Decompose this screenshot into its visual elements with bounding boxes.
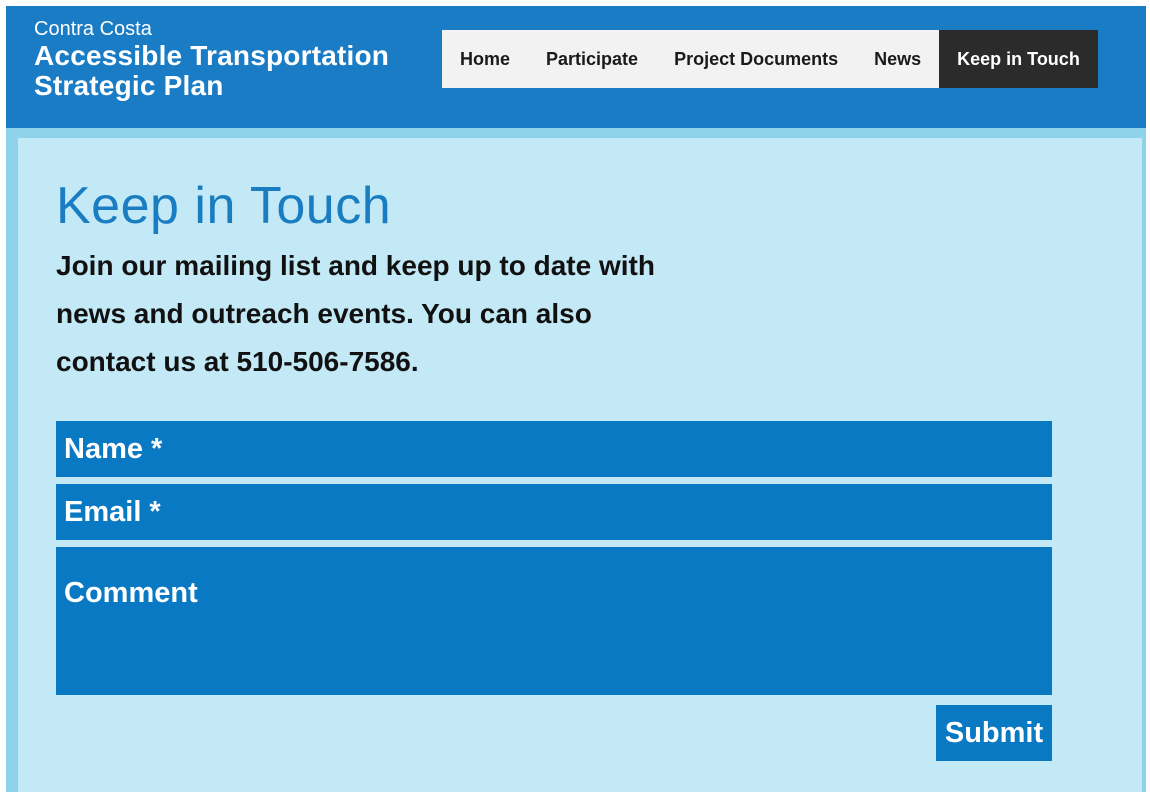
main-content: Keep in Touch Join our mailing list and …: [18, 138, 1142, 792]
page-title: Keep in Touch: [56, 177, 392, 235]
page-frame: Contra Costa Accessible Transportation S…: [6, 6, 1146, 792]
nav-item-project-documents[interactable]: Project Documents: [656, 30, 856, 88]
intro-text: Join our mailing list and keep up to dat…: [56, 250, 655, 377]
nav-item-home[interactable]: Home: [442, 30, 528, 88]
brand-subtitle: Contra Costa: [34, 18, 152, 40]
comment-textarea[interactable]: Comment: [56, 547, 1052, 695]
name-input[interactable]: Name *: [56, 421, 1052, 477]
main-nav: Home Participate Project Documents News …: [442, 30, 1098, 88]
submit-button[interactable]: Submit: [936, 705, 1052, 761]
site-header: Contra Costa Accessible Transportation S…: [6, 6, 1146, 128]
email-input[interactable]: Email *: [56, 484, 1052, 540]
site-brand[interactable]: Contra Costa Accessible Transportation S…: [34, 17, 389, 101]
nav-item-keep-in-touch[interactable]: Keep in Touch: [939, 30, 1098, 88]
brand-title-line-1: Accessible Transportation: [34, 40, 390, 71]
nav-item-news[interactable]: News: [856, 30, 939, 88]
brand-title-line-2: Strategic Plan: [34, 70, 224, 101]
nav-item-participate[interactable]: Participate: [528, 30, 656, 88]
